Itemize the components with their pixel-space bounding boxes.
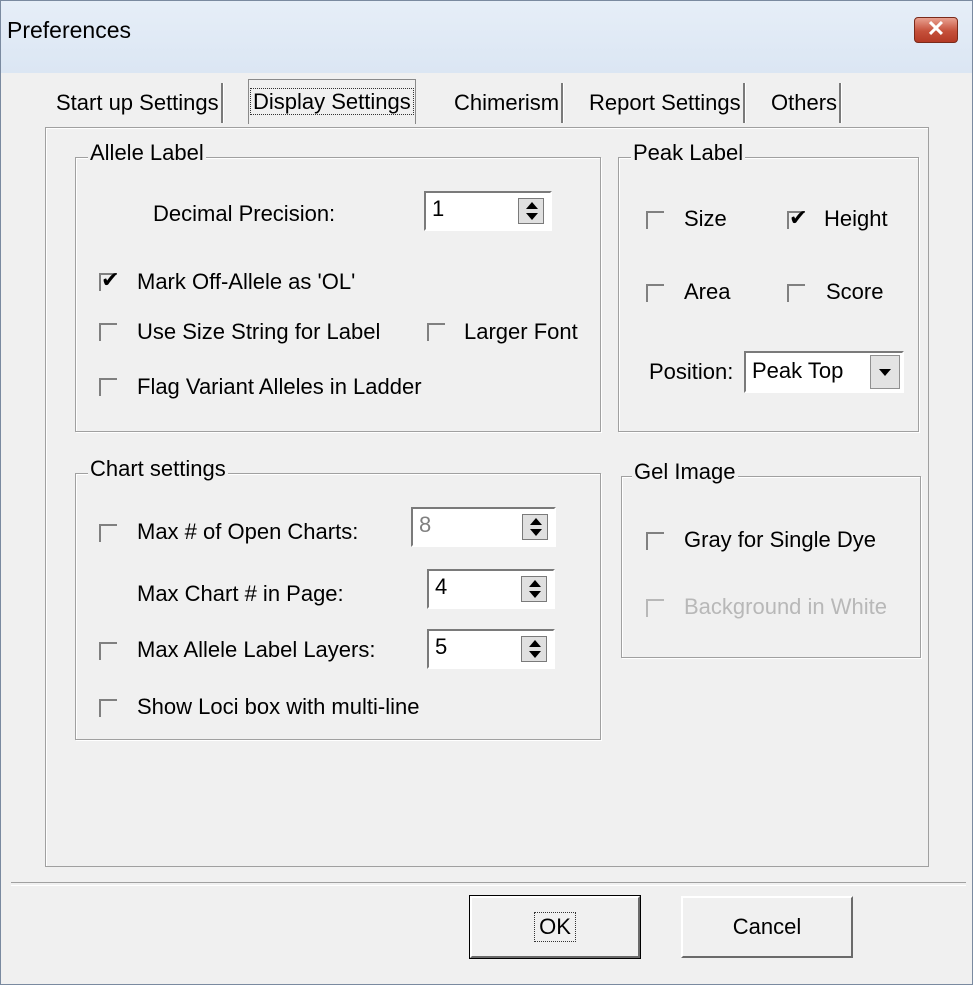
spin-arrows-icon[interactable]	[522, 514, 548, 540]
show-loci-box-label: Show Loci box with multi-line	[137, 694, 420, 719]
spin-arrows-icon[interactable]	[521, 576, 547, 602]
max-chart-in-page-label: Max Chart # in Page:	[137, 581, 344, 606]
close-button[interactable]: ✕	[914, 16, 958, 43]
gel-image-group: Gel Image	[621, 459, 921, 658]
max-open-charts-value: 8	[419, 512, 432, 537]
tab-start-up-settings[interactable]: Start up Settings	[54, 83, 223, 123]
cancel-button[interactable]: Cancel	[681, 896, 853, 958]
spin-arrows-icon[interactable]	[518, 198, 544, 224]
decimal-precision-value: 1	[432, 196, 445, 221]
tab-display-settings[interactable]: Display Settings	[248, 79, 416, 124]
allele-label-legend: Allele Label	[88, 140, 206, 166]
tab-strip: Start up Settings Display Settings Chime…	[46, 75, 876, 127]
max-open-charts-spinner[interactable]: 8	[411, 507, 556, 547]
chevron-down-icon[interactable]	[870, 355, 900, 389]
position-value: Peak Top	[752, 358, 844, 383]
gray-single-dye-checkbox[interactable]	[646, 532, 664, 550]
gel-image-legend: Gel Image	[632, 459, 738, 485]
background-white-checkbox	[646, 599, 664, 617]
peak-height-checkbox[interactable]	[787, 205, 807, 231]
tab-chimerism[interactable]: Chimerism	[452, 83, 564, 123]
max-allele-label-layers-value: 5	[435, 634, 448, 659]
peak-score-label: Score	[826, 279, 884, 304]
spin-arrows-icon[interactable]	[521, 636, 547, 662]
max-allele-label-layers-label: Max Allele Label Layers:	[137, 637, 376, 662]
peak-height-label: Height	[824, 206, 888, 231]
max-chart-in-page-value: 4	[435, 574, 448, 599]
peak-area-checkbox[interactable]	[646, 284, 664, 302]
mark-off-allele-label: Mark Off-Allele as 'OL'	[137, 269, 356, 294]
use-size-string-label: Use Size String for Label	[137, 319, 381, 344]
mark-off-allele-checkbox[interactable]	[99, 267, 119, 293]
chart-settings-legend: Chart settings	[88, 456, 228, 482]
close-icon: ✕	[926, 16, 946, 41]
preferences-dialog: Preferences ✕ Start up Settings Display …	[0, 0, 973, 985]
gray-single-dye-label: Gray for Single Dye	[684, 527, 876, 552]
peak-label-legend: Peak Label	[631, 140, 746, 166]
tab-report-settings[interactable]: Report Settings	[587, 83, 745, 123]
ok-button[interactable]: OK	[469, 895, 641, 959]
larger-font-checkbox[interactable]	[427, 323, 445, 341]
max-open-charts-label: Max # of Open Charts:	[137, 519, 359, 544]
background-white-label: Background in White	[684, 594, 887, 619]
peak-size-checkbox[interactable]	[646, 211, 664, 229]
position-label: Position:	[649, 359, 734, 384]
larger-font-label: Larger Font	[464, 319, 578, 344]
footer-divider	[11, 882, 966, 886]
peak-area-label: Area	[684, 279, 731, 304]
use-size-string-checkbox[interactable]	[99, 323, 117, 341]
flag-variant-alleles-label: Flag Variant Alleles in Ladder	[137, 374, 422, 399]
max-allele-label-layers-spinner[interactable]: 5	[427, 629, 555, 669]
max-open-charts-checkbox[interactable]	[99, 524, 117, 542]
decimal-precision-spinner[interactable]: 1	[424, 191, 552, 231]
dialog-title: Preferences	[7, 17, 132, 43]
peak-size-label: Size	[684, 206, 727, 231]
flag-variant-alleles-checkbox[interactable]	[99, 378, 117, 396]
max-chart-in-page-spinner[interactable]: 4	[427, 569, 555, 609]
max-allele-label-layers-checkbox[interactable]	[99, 642, 117, 660]
tab-others[interactable]: Others	[769, 83, 842, 123]
show-loci-box-checkbox[interactable]	[99, 699, 117, 717]
position-select[interactable]: Peak Top	[744, 351, 904, 393]
title-bar: Preferences ✕	[1, 1, 972, 73]
peak-score-checkbox[interactable]	[787, 284, 805, 302]
decimal-precision-label: Decimal Precision:	[153, 201, 336, 226]
